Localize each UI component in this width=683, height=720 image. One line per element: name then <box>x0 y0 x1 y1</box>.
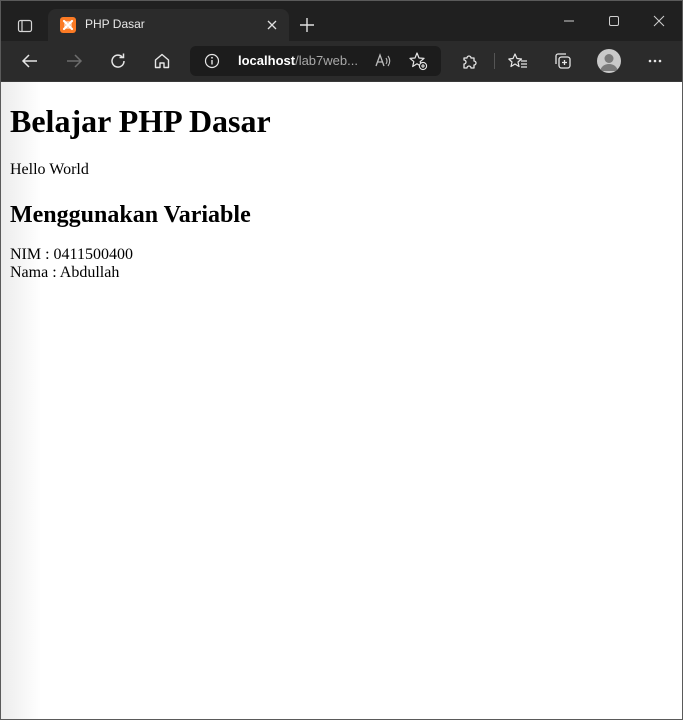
more-icon <box>648 59 662 63</box>
read-aloud-button[interactable] <box>374 52 392 70</box>
title-bar: PHP Dasar <box>1 1 682 41</box>
browser-window: PHP Dasar localhost/lab7web... Belajar P… <box>0 0 683 720</box>
favorites-icon <box>508 53 527 68</box>
nama-line: Nama : Abdullah <box>10 264 120 281</box>
avatar-icon <box>600 54 618 71</box>
back-button[interactable] <box>14 47 46 75</box>
profile-button[interactable] <box>597 49 621 73</box>
maximize-icon <box>609 16 619 26</box>
window-close-button[interactable] <box>643 9 675 33</box>
favorites-button[interactable] <box>502 47 534 75</box>
tab-php-dasar[interactable]: PHP Dasar <box>48 9 289 41</box>
refresh-icon <box>111 53 125 68</box>
back-arrow-icon <box>21 54 37 68</box>
read-aloud-icon <box>375 53 391 67</box>
tab-close-button[interactable] <box>262 15 282 35</box>
toolbar: localhost/lab7web... <box>1 41 682 82</box>
forward-button[interactable] <box>58 47 90 75</box>
more-button[interactable] <box>639 47 671 75</box>
add-favorite-icon <box>409 52 428 71</box>
collections-icon <box>555 53 571 69</box>
plus-icon <box>300 18 314 32</box>
page-heading: Belajar PHP Dasar <box>10 103 271 139</box>
page-viewport: Belajar PHP Dasar Hello World Menggunaka… <box>1 82 682 719</box>
minimize-icon <box>564 20 574 22</box>
forward-arrow-icon <box>67 54 83 68</box>
toolbar-separator <box>494 53 495 69</box>
collections-button[interactable] <box>547 47 579 75</box>
address-path: /lab7web... <box>295 53 358 68</box>
section-heading: Menggunakan Variable <box>10 202 251 228</box>
address-text[interactable]: localhost/lab7web... <box>238 53 368 68</box>
maximize-button[interactable] <box>598 9 630 33</box>
xampp-favicon-icon <box>60 17 76 33</box>
address-host: localhost <box>238 53 296 68</box>
close-icon <box>653 15 665 27</box>
refresh-button[interactable] <box>102 47 134 75</box>
tab-actions-button[interactable] <box>11 12 39 40</box>
hello-text: Hello World <box>10 161 89 178</box>
home-icon <box>154 53 170 69</box>
tab-title: PHP Dasar <box>85 17 145 31</box>
address-bar[interactable]: localhost/lab7web... <box>190 46 441 76</box>
add-favorite-button[interactable] <box>408 51 428 71</box>
home-button[interactable] <box>146 47 178 75</box>
extensions-button[interactable] <box>454 47 486 75</box>
close-icon <box>267 20 277 30</box>
puzzle-icon <box>463 55 477 69</box>
tab-actions-icon <box>17 19 33 33</box>
nim-line: NIM : 0411500400 <box>10 246 133 263</box>
site-info-button[interactable] <box>204 53 220 69</box>
new-tab-button[interactable] <box>295 13 319 37</box>
minimize-button[interactable] <box>553 9 585 33</box>
info-icon <box>204 53 220 69</box>
